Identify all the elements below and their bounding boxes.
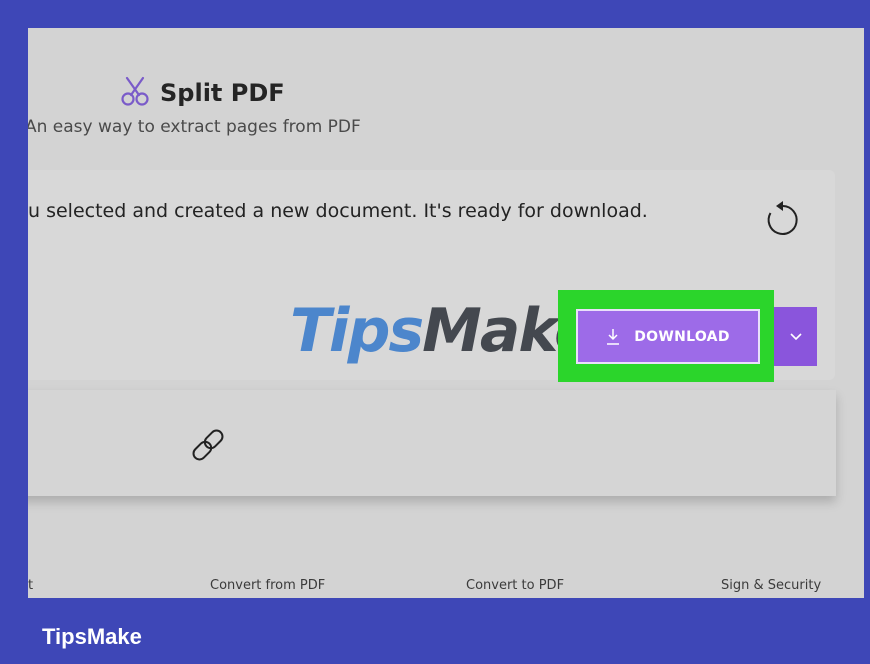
app-screen: Split PDF An easy way to extract pages f… — [28, 28, 864, 598]
page-subtitle: An easy way to extract pages from PDF — [28, 117, 361, 137]
share-link-card — [28, 390, 836, 496]
download-label: DOWNLOAD — [634, 328, 730, 345]
download-options-button[interactable] — [774, 307, 817, 366]
footer-nav-item-convert-from-pdf[interactable]: Convert from PDF — [210, 578, 325, 593]
scissors-icon — [120, 75, 150, 111]
watermark: TipsMake — [290, 296, 595, 366]
link-icon[interactable] — [186, 423, 230, 467]
rotate-ccw-icon[interactable] — [762, 198, 804, 240]
footer-nav: t Convert from PDF Convert to PDF Sign &… — [28, 574, 864, 598]
download-icon — [606, 328, 620, 346]
page-title: Split PDF — [160, 79, 285, 107]
brand-label: TipsMake — [42, 624, 142, 649]
footer-nav-item[interactable]: t — [28, 578, 33, 593]
chevron-down-icon — [789, 327, 803, 346]
footer-nav-item-sign-security[interactable]: Sign & Security — [721, 578, 821, 593]
header: Split PDF — [120, 75, 285, 111]
footer-nav-item-convert-to-pdf[interactable]: Convert to PDF — [466, 578, 564, 593]
download-button[interactable]: DOWNLOAD — [576, 309, 760, 364]
result-message: u selected and created a new document. I… — [28, 200, 648, 222]
